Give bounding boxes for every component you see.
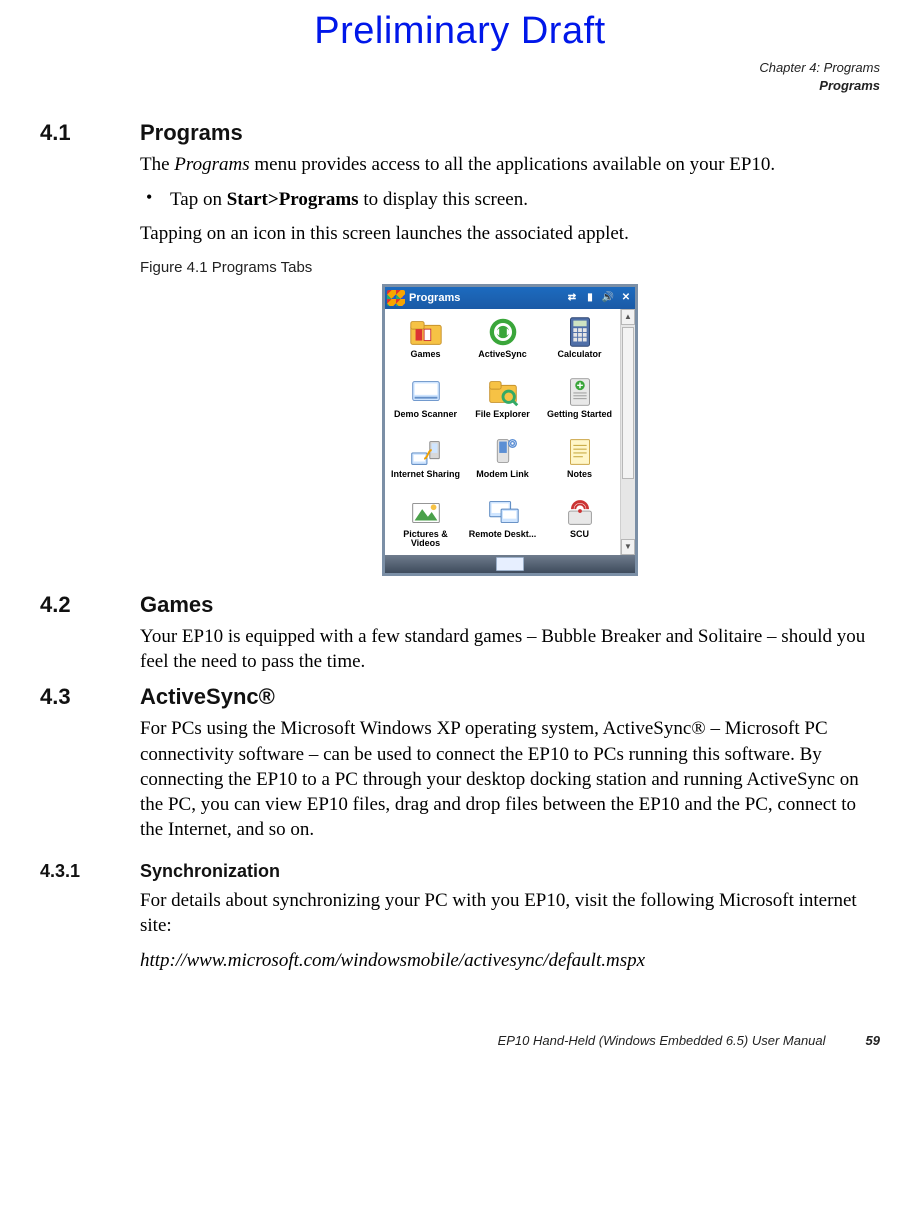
bullet-list: Tap on Start>Programs to display this sc…	[140, 187, 880, 212]
device-screenshot: Programs ⇄ ▮ 🔊 ✕ Games	[382, 284, 638, 576]
list-item: Tap on Start>Programs to display this sc…	[140, 187, 880, 212]
tile-label: Modem Link	[476, 470, 529, 490]
signal-icon[interactable]: ▮	[583, 291, 597, 305]
paragraph: For details about synchronizing your PC …	[140, 888, 880, 939]
tile-label: Games	[410, 350, 440, 370]
tile-remote-desktop[interactable]: Remote Deskt...	[464, 492, 541, 552]
tile-label: Calculator	[557, 350, 601, 370]
notes-icon	[561, 435, 599, 469]
scroll-thumb[interactable]	[622, 327, 634, 479]
figure-caption: Figure 4.1 Programs Tabs	[140, 258, 880, 278]
scroll-down-icon[interactable]: ▼	[621, 539, 635, 555]
section-number: 4.2	[40, 592, 140, 618]
calculator-icon	[561, 315, 599, 349]
text: Tap on	[170, 189, 227, 210]
section-title: ActiveSync®	[140, 684, 275, 710]
tile-label: Remote Deskt...	[469, 530, 537, 550]
internet-sharing-icon	[407, 435, 445, 469]
tile-label: SCU	[570, 530, 589, 550]
page-footer: EP10 Hand-Held (Windows Embedded 6.5) Us…	[40, 1033, 880, 1048]
paragraph: The Programs menu provides access to all…	[140, 152, 880, 177]
pictures-videos-icon	[407, 495, 445, 529]
tile-label: ActiveSync	[478, 350, 527, 370]
remote-desktop-icon	[484, 495, 522, 529]
section-4-1-heading: 4.1 Programs	[40, 120, 880, 146]
paragraph: Tapping on an icon in this screen launch…	[140, 221, 880, 246]
section-4-3-1-heading: 4.3.1 Synchronization	[40, 861, 880, 882]
paragraph: For PCs using the Microsoft Windows XP o…	[140, 716, 880, 842]
start-flag-icon[interactable]	[387, 290, 405, 306]
section-number: 4.1	[40, 120, 140, 146]
device-bottombar	[385, 555, 635, 573]
tile-calculator[interactable]: Calculator	[541, 312, 618, 372]
tile-activesync[interactable]: ActiveSync	[464, 312, 541, 372]
scrollbar[interactable]: ▲ ▼	[620, 309, 635, 555]
footer-title: EP10 Hand-Held (Windows Embedded 6.5) Us…	[498, 1033, 826, 1048]
tile-scu[interactable]: SCU	[541, 492, 618, 552]
text: to display this screen.	[359, 189, 528, 210]
tile-internet-sharing[interactable]: Internet Sharing	[387, 432, 464, 492]
tile-label: Pictures & Videos	[388, 530, 463, 550]
section-title: Synchronization	[140, 861, 280, 882]
section-title: Programs	[140, 120, 243, 146]
tile-getting-started[interactable]: Getting Started	[541, 372, 618, 432]
modem-link-icon	[484, 435, 522, 469]
text: The	[140, 154, 174, 175]
watermark: Preliminary Draft	[40, 10, 880, 53]
paragraph: Your EP10 is equipped with a few standar…	[140, 624, 880, 675]
tile-file-explorer[interactable]: File Explorer	[464, 372, 541, 432]
games-folder-icon	[407, 315, 445, 349]
tile-label: File Explorer	[475, 410, 530, 430]
tile-label: Internet Sharing	[391, 470, 460, 490]
tile-label: Demo Scanner	[394, 410, 457, 430]
scroll-up-icon[interactable]: ▲	[621, 309, 635, 325]
activesync-icon	[484, 315, 522, 349]
close-icon[interactable]: ✕	[619, 291, 633, 305]
file-explorer-icon	[484, 375, 522, 409]
scu-icon	[561, 495, 599, 529]
tile-modem-link[interactable]: Modem Link	[464, 432, 541, 492]
getting-started-icon	[561, 375, 599, 409]
chapter-line: Chapter 4: Programs	[40, 59, 880, 77]
tile-label: Getting Started	[547, 410, 612, 430]
demo-scanner-icon	[407, 375, 445, 409]
chapter-header: Chapter 4: Programs Programs	[40, 59, 880, 94]
section-4-3-heading: 4.3 ActiveSync®	[40, 684, 880, 710]
text-strong: Start>Programs	[227, 189, 359, 210]
window-title: Programs	[409, 291, 460, 306]
programs-grid: Games ActiveSync Calculato	[385, 309, 620, 555]
page-number: 59	[866, 1033, 880, 1048]
connectivity-icon[interactable]: ⇄	[565, 291, 579, 305]
tile-label: Notes	[567, 470, 592, 490]
tile-pictures-videos[interactable]: Pictures & Videos	[387, 492, 464, 552]
text-emphasis: Programs	[174, 154, 249, 175]
section-4-2-heading: 4.2 Games	[40, 592, 880, 618]
chapter-sub: Programs	[40, 77, 880, 95]
url-text: http://www.microsoft.com/windowsmobile/a…	[140, 948, 880, 973]
tile-demo-scanner[interactable]: Demo Scanner	[387, 372, 464, 432]
volume-icon[interactable]: 🔊	[601, 291, 615, 305]
figure: Programs ⇄ ▮ 🔊 ✕ Games	[140, 284, 880, 576]
section-number: 4.3	[40, 684, 140, 710]
section-title: Games	[140, 592, 213, 618]
scroll-track[interactable]	[621, 325, 635, 539]
tile-games[interactable]: Games	[387, 312, 464, 372]
text: menu provides access to all the applicat…	[250, 154, 776, 175]
window-titlebar: Programs ⇄ ▮ 🔊 ✕	[385, 287, 635, 309]
keyboard-icon[interactable]	[496, 557, 524, 571]
section-number: 4.3.1	[40, 861, 140, 882]
tile-notes[interactable]: Notes	[541, 432, 618, 492]
